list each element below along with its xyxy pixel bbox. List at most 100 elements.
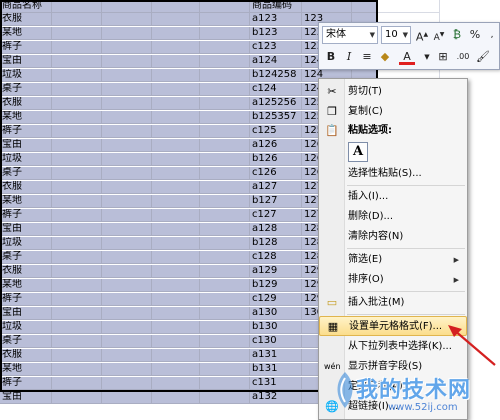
table-cell[interactable] (52, 251, 102, 264)
font-name-select[interactable]: 宋体 ▼ (322, 26, 378, 44)
table-cell[interactable] (200, 0, 250, 13)
table-cell[interactable]: a126 (250, 139, 302, 152)
font-size-select[interactable]: 10 ▼ (381, 26, 411, 44)
menu-item-cut[interactable]: ✂ 剪切(T) (319, 82, 467, 102)
table-cell[interactable]: b123 (250, 27, 302, 40)
table-cell[interactable]: b126 (250, 153, 302, 166)
table-cell[interactable] (102, 237, 152, 250)
table-cell[interactable] (200, 321, 250, 334)
table-cell[interactable] (200, 307, 250, 320)
table-cell[interactable] (152, 139, 200, 152)
comma-style-icon[interactable]: , (484, 27, 500, 43)
table-cell[interactable] (200, 265, 250, 278)
table-cell[interactable]: 桌子 (0, 83, 52, 96)
table-cell[interactable] (352, 0, 378, 13)
table-cell[interactable] (102, 55, 152, 68)
menu-item-define-name[interactable]: 定义名称(A)... (319, 377, 467, 397)
table-cell[interactable] (102, 153, 152, 166)
table-cell[interactable]: b128 (250, 237, 302, 250)
table-cell[interactable]: b124258 (250, 69, 302, 82)
table-cell[interactable] (102, 27, 152, 40)
table-cell[interactable]: c125 (250, 125, 302, 138)
table-cell[interactable]: 宝由 (0, 55, 52, 68)
percent-icon[interactable]: % (467, 27, 483, 43)
accounting-format-icon[interactable]: ₿ (449, 27, 465, 43)
table-cell[interactable]: 垃圾 (0, 69, 52, 82)
table-cell[interactable] (152, 195, 200, 208)
table-cell[interactable] (200, 181, 250, 194)
table-cell[interactable] (378, 0, 440, 13)
table-cell[interactable] (152, 377, 200, 390)
table-cell[interactable] (200, 251, 250, 264)
table-cell[interactable] (200, 349, 250, 362)
menu-item-clear-contents[interactable]: 清除内容(N) (319, 227, 467, 247)
table-cell[interactable] (102, 83, 152, 96)
table-cell[interactable]: a130 (250, 307, 302, 320)
table-cell[interactable] (152, 13, 200, 26)
table-cell[interactable] (102, 195, 152, 208)
table-cell[interactable]: 宝由 (0, 307, 52, 320)
table-cell[interactable]: 垃圾 (0, 153, 52, 166)
table-cell[interactable] (152, 293, 200, 306)
table-cell[interactable] (52, 293, 102, 306)
decrease-font-icon[interactable]: A▼ (431, 27, 447, 43)
table-cell[interactable]: 桌子 (0, 335, 52, 348)
menu-item-delete[interactable]: 删除(D)... (319, 207, 467, 227)
table-cell[interactable] (52, 209, 102, 222)
table-cell[interactable]: 裤子 (0, 209, 52, 222)
table-cell[interactable] (152, 111, 200, 124)
decrease-decimal-icon[interactable]: .00 (455, 49, 471, 65)
table-cell[interactable] (152, 279, 200, 292)
table-cell[interactable] (52, 27, 102, 40)
table-cell[interactable] (102, 209, 152, 222)
table-cell[interactable] (52, 265, 102, 278)
table-cell[interactable] (152, 363, 200, 376)
table-cell[interactable]: a128 (250, 223, 302, 236)
table-cell[interactable] (152, 335, 200, 348)
table-cell[interactable]: c126 (250, 167, 302, 180)
table-cell[interactable] (200, 335, 250, 348)
table-cell[interactable]: a129 (250, 265, 302, 278)
table-cell[interactable]: 宝由 (0, 139, 52, 152)
table-cell[interactable] (52, 335, 102, 348)
table-cell[interactable]: 某地 (0, 195, 52, 208)
table-cell[interactable] (152, 0, 200, 13)
table-cell[interactable] (152, 69, 200, 82)
table-cell[interactable]: 某地 (0, 279, 52, 292)
table-cell[interactable] (52, 391, 102, 404)
table-cell[interactable]: a124 (250, 55, 302, 68)
table-cell[interactable]: 某地 (0, 111, 52, 124)
table-cell[interactable] (152, 223, 200, 236)
increase-font-icon[interactable]: A▲ (414, 27, 430, 44)
table-cell[interactable] (152, 27, 200, 40)
table-cell[interactable] (152, 265, 200, 278)
table-cell[interactable]: 衣服 (0, 265, 52, 278)
table-cell[interactable] (52, 279, 102, 292)
table-cell[interactable] (102, 13, 152, 26)
table-cell[interactable] (152, 307, 200, 320)
table-cell[interactable]: 衣服 (0, 349, 52, 362)
table-cell[interactable]: a125256 (250, 97, 302, 110)
table-cell[interactable]: c123 (250, 41, 302, 54)
table-cell[interactable] (152, 83, 200, 96)
menu-item-insert[interactable]: 插入(I)... (319, 187, 467, 207)
table-cell[interactable] (102, 251, 152, 264)
table-cell[interactable] (52, 307, 102, 320)
table-cell[interactable] (102, 363, 152, 376)
table-cell[interactable]: c124 (250, 83, 302, 96)
table-cell[interactable] (52, 55, 102, 68)
table-cell[interactable]: 裤子 (0, 293, 52, 306)
table-cell[interactable]: c128 (250, 251, 302, 264)
table-cell[interactable] (152, 209, 200, 222)
menu-item-paste-special[interactable]: 选择性粘贴(S)... (319, 164, 467, 184)
table-cell[interactable] (200, 111, 250, 124)
menu-item-filter[interactable]: 筛选(E) ▶ (319, 250, 467, 270)
table-cell[interactable]: 衣服 (0, 97, 52, 110)
table-cell[interactable] (102, 377, 152, 390)
table-cell[interactable]: 垃圾 (0, 321, 52, 334)
table-cell[interactable]: 裤子 (0, 125, 52, 138)
table-cell[interactable]: 裤子 (0, 41, 52, 54)
chevron-down-icon[interactable]: ▼ (419, 49, 435, 65)
table-cell[interactable] (52, 321, 102, 334)
table-cell[interactable] (200, 83, 250, 96)
